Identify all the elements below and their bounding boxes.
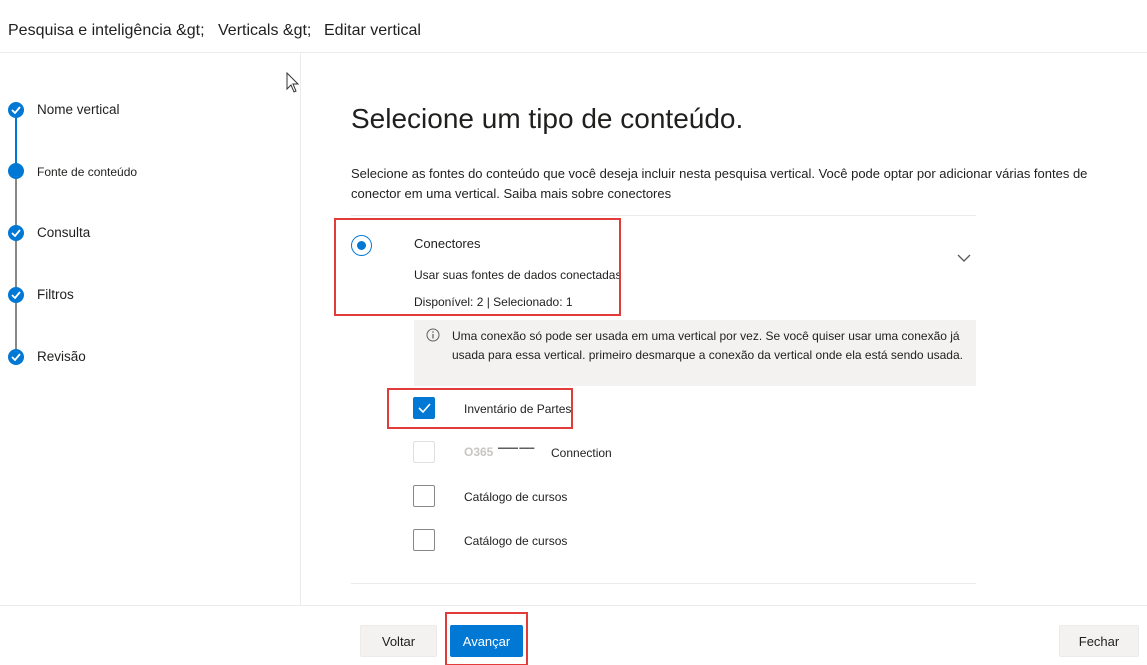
- divider: [351, 583, 976, 584]
- step-label: Fonte de conteúdo: [37, 165, 138, 179]
- connection-label: Catálogo de cursos: [464, 534, 568, 548]
- checkmark-icon: [8, 102, 24, 118]
- wizard-steps-pane: Nome vertical Fonte de conteúdo Consulta…: [0, 53, 301, 605]
- step-connector-line: [15, 302, 17, 350]
- step-connector-line: [15, 240, 17, 288]
- page-description: Selecione as fontes do conteúdo que você…: [351, 164, 1126, 204]
- redacted-connection-text: ▬▬▬▬ ▬▬▬: [498, 445, 535, 451]
- info-message-text: Uma conexão só pode ser usada em uma ver…: [452, 329, 963, 362]
- breadcrumb-item-search-intelligence[interactable]: Pesquisa e inteligência &gt;: [8, 22, 205, 40]
- description-text: Selecione as fontes do conteúdo que você…: [351, 166, 1088, 201]
- step-label: Consulta: [37, 225, 91, 240]
- checkmark-icon: [8, 349, 24, 365]
- header: Pesquisa e inteligência &gt; Verticals &…: [0, 0, 1147, 53]
- back-button[interactable]: Voltar: [360, 625, 437, 657]
- info-icon: [426, 328, 440, 342]
- divider: [351, 215, 976, 216]
- step-label: Revisão: [37, 349, 86, 364]
- next-highlight-box: [445, 612, 528, 665]
- breadcrumb-item-verticals[interactable]: Verticals &gt;: [218, 22, 311, 40]
- connection-label: Connection: [551, 446, 612, 460]
- connection-highlight-box: [387, 388, 573, 429]
- connection-label: Catálogo de cursos: [464, 490, 568, 504]
- close-button[interactable]: Fechar: [1059, 625, 1139, 657]
- current-step-dot-icon: [8, 163, 24, 179]
- breadcrumb-item-edit-vertical: Editar vertical: [324, 22, 421, 39]
- info-message-bar: Uma conexão só pode ser usada em uma ver…: [414, 320, 976, 386]
- chevron-down-icon[interactable]: [957, 253, 971, 263]
- connection-label-prefix: O365: [464, 445, 494, 459]
- connectors-highlight-box: [334, 218, 621, 316]
- step-connector-line: [15, 178, 17, 226]
- step-label: Nome vertical: [37, 102, 120, 117]
- page-title: Selecione um tipo de conteúdo.: [351, 103, 744, 134]
- checkmark-icon: [8, 225, 24, 241]
- footer: Voltar Avançar Fechar: [0, 605, 1147, 665]
- step-label: Filtros: [37, 287, 74, 302]
- checkbox-catalogo-de-cursos[interactable]: [413, 529, 435, 551]
- checkbox-catalogo-de-cursos[interactable]: [413, 485, 435, 507]
- checkmark-icon: [8, 287, 24, 303]
- checkbox-o365-connection[interactable]: [413, 441, 435, 463]
- mouse-pointer-icon: [286, 72, 300, 93]
- step-connector-line: [15, 118, 17, 166]
- learn-more-link[interactable]: Saiba mais sobre conectores: [503, 186, 671, 201]
